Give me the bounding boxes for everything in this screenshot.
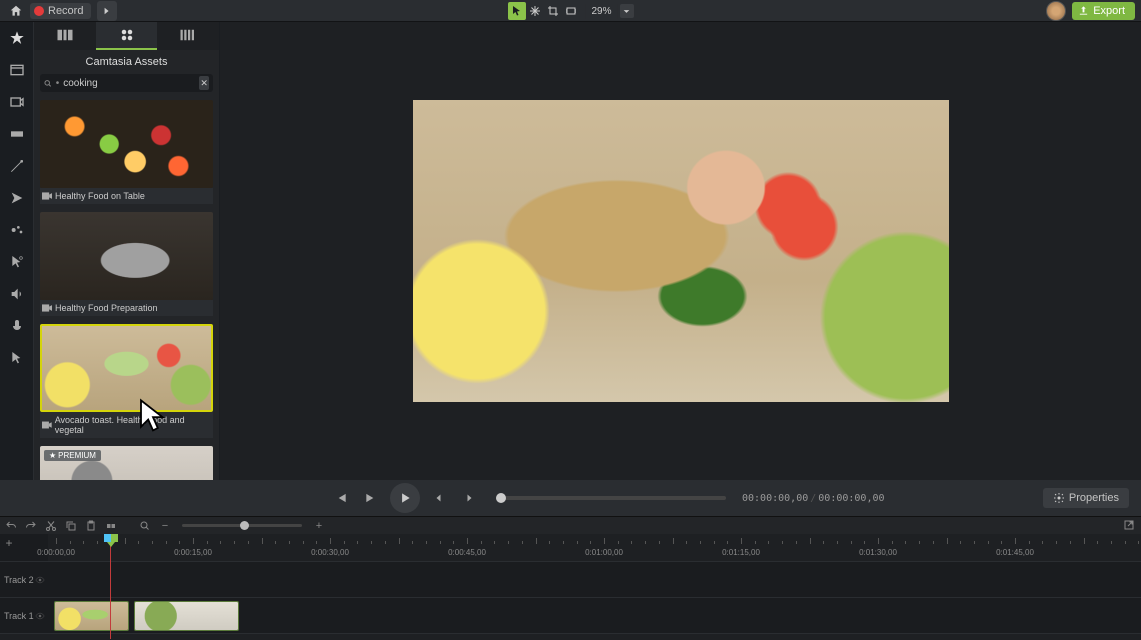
behaviors-icon[interactable]: [7, 188, 27, 208]
zoom-in-button[interactable]: +: [312, 519, 326, 533]
record-button[interactable]: Record: [30, 3, 91, 19]
favorites-icon[interactable]: [7, 28, 27, 48]
asset-item[interactable]: Healthy Food Preparation: [40, 212, 213, 316]
ruler-mark: 0:01:15,00: [722, 548, 760, 557]
playback-scrubber[interactable]: [496, 496, 726, 500]
user-avatar[interactable]: [1046, 1, 1066, 21]
asset-thumbnail: [40, 324, 213, 412]
track-label[interactable]: Track 1: [0, 598, 48, 633]
step-forward-button[interactable]: [458, 487, 480, 509]
play-button[interactable]: [390, 483, 420, 513]
ruler-mark: 0:01:00,00: [585, 548, 623, 557]
prev-clip-button[interactable]: [330, 487, 352, 509]
more-icon[interactable]: [7, 348, 27, 368]
transitions-icon[interactable]: [7, 156, 27, 176]
track-label[interactable]: Track 2: [0, 562, 48, 597]
record-dropdown[interactable]: [97, 1, 117, 21]
video-icon: [42, 192, 52, 200]
media-tab-library[interactable]: [157, 22, 219, 50]
asset-thumbnail: [40, 212, 213, 300]
download-icon[interactable]: [1022, 2, 1040, 20]
ruler-mark: 0:01:30,00: [859, 548, 897, 557]
playhead[interactable]: [104, 534, 118, 546]
asset-thumbnail: [40, 100, 213, 188]
export-button[interactable]: Export: [1072, 2, 1135, 20]
step-back-button[interactable]: [428, 487, 450, 509]
media-tab-bin[interactable]: [34, 22, 96, 50]
track-content[interactable]: [48, 562, 1141, 597]
home-button[interactable]: [6, 1, 26, 21]
canvas-preview: [413, 100, 949, 402]
timeline-clip[interactable]: [54, 601, 129, 631]
timeline-zoom-slider[interactable]: [182, 524, 302, 527]
gear-icon: [1053, 492, 1065, 504]
pan-tool[interactable]: [525, 2, 543, 20]
video-icon: [42, 421, 52, 429]
redo-button[interactable]: [24, 519, 38, 533]
copy-button[interactable]: [64, 519, 78, 533]
zoom-out-button[interactable]: −: [158, 519, 172, 533]
detach-timeline-button[interactable]: [1123, 519, 1137, 533]
media-bin-icon[interactable]: [7, 60, 27, 80]
track-content[interactable]: [48, 598, 1141, 633]
asset-item[interactable]: ★ PREMIUM: [40, 446, 213, 480]
premium-badge: ★ PREMIUM: [44, 450, 101, 461]
search-input[interactable]: [63, 78, 195, 89]
next-clip-button[interactable]: [360, 487, 382, 509]
audio-effects-icon[interactable]: [7, 284, 27, 304]
record-label: Record: [48, 5, 83, 17]
zoom-fit-button[interactable]: [138, 519, 152, 533]
ruler-mark: 0:00:30,00: [311, 548, 349, 557]
track-visibility-icon[interactable]: [35, 611, 45, 621]
add-track-button[interactable]: +: [2, 536, 16, 550]
search-row: • ✕: [40, 74, 213, 92]
upload-icon: [1078, 5, 1089, 16]
media-tab-assets[interactable]: [96, 22, 158, 50]
voice-icon[interactable]: [7, 316, 27, 336]
timeline-ruler[interactable]: 0:00:00,000:00:15,000:00:30,000:00:45,00…: [48, 534, 1141, 561]
hand-tool[interactable]: [561, 2, 579, 20]
ruler-mark: 0:00:45,00: [448, 548, 486, 557]
cut-button[interactable]: [44, 519, 58, 533]
properties-button[interactable]: Properties: [1043, 488, 1129, 508]
panel-title: Camtasia Assets: [34, 50, 219, 74]
timecode-display: 00:00:00,00/00:00:00,00: [742, 493, 885, 504]
clear-search-button[interactable]: ✕: [199, 76, 209, 90]
split-button[interactable]: [104, 519, 118, 533]
crop-tool[interactable]: [543, 2, 561, 20]
video-icon: [42, 304, 52, 312]
asset-item[interactable]: Avocado toast. Healthy food and vegetal: [40, 324, 213, 438]
asset-item[interactable]: Healthy Food on Table: [40, 100, 213, 204]
ruler-mark: 0:00:15,00: [174, 548, 212, 557]
zoom-dropdown[interactable]: [620, 4, 634, 18]
annotations-icon[interactable]: [7, 124, 27, 144]
asset-thumbnail: ★ PREMIUM: [40, 446, 213, 480]
timeline-clip[interactable]: [134, 601, 239, 631]
canvas-area[interactable]: [220, 22, 1141, 480]
track-visibility-icon[interactable]: [35, 575, 45, 585]
cursor-effects-icon[interactable]: [7, 252, 27, 272]
search-icon: [44, 78, 52, 89]
select-tool[interactable]: [507, 2, 525, 20]
record-icon: [34, 6, 44, 16]
ruler-mark: 0:01:45,00: [996, 548, 1034, 557]
paste-button[interactable]: [84, 519, 98, 533]
undo-button[interactable]: [4, 519, 18, 533]
zoom-level[interactable]: 29%: [585, 4, 617, 19]
animations-icon[interactable]: [7, 220, 27, 240]
record-panel-icon[interactable]: [7, 92, 27, 112]
ruler-mark: 0:00:00,00: [37, 548, 75, 557]
